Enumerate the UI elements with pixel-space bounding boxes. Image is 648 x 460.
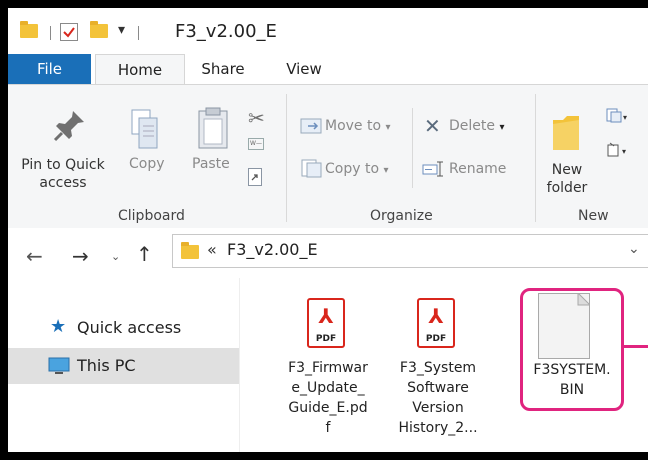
back-arrow-icon[interactable]: ←	[26, 244, 43, 268]
file-name-line: History_2...	[398, 420, 478, 436]
folder-icon	[20, 21, 38, 38]
acrobat-icon: ⅄	[318, 304, 334, 328]
divider	[286, 94, 287, 222]
tab-view[interactable]: View	[273, 54, 335, 84]
file-name-line: e_Update_	[291, 380, 365, 396]
cut-icon[interactable]: ✂	[248, 106, 265, 130]
tab-home[interactable]: Home	[95, 54, 185, 86]
file-name: F3_Firmwar e_Update_ Guide_E.pd f	[278, 358, 378, 438]
move-to-icon	[300, 116, 324, 134]
title-bar: ▾ F3_v2.00_E	[8, 8, 648, 54]
copy-to-icon	[300, 158, 324, 178]
forward-arrow-icon[interactable]: →	[72, 244, 89, 268]
rename-icon	[422, 160, 446, 178]
dropdown-arrow-icon: ▾	[383, 165, 389, 176]
divider	[50, 26, 51, 40]
pdf-file-icon: ⅄ PDF	[307, 298, 345, 348]
sidebar-item-label: Quick access	[77, 318, 182, 337]
file-name-line: f	[325, 420, 331, 436]
copy-icon	[130, 108, 160, 156]
pdf-file-icon: ⅄ PDF	[417, 298, 455, 348]
file-name-line: F3_System	[399, 360, 477, 376]
pin-icon	[53, 108, 87, 146]
clipboard-group-label: Clipboard	[118, 208, 185, 224]
ribbon-tabs: File Home Share View	[8, 54, 648, 86]
file-name-line: F3_Firmwar	[288, 360, 368, 376]
copy-path-icon[interactable]: W—	[248, 138, 264, 150]
file-type-tag: PDF	[315, 334, 337, 344]
copy-to-label: Copy to	[325, 161, 380, 177]
new-item-icon[interactable]: ▾	[606, 108, 627, 123]
address-dropdown-icon[interactable]: ⌄	[628, 241, 640, 257]
file-type-tag: PDF	[425, 334, 447, 344]
move-to-label: Move to	[325, 118, 382, 134]
window-title: F3_v2.00_E	[175, 21, 277, 42]
rename-button[interactable]: Rename	[449, 161, 506, 177]
delete-icon: ✕	[424, 114, 441, 138]
address-overflow[interactable]: «	[207, 240, 217, 259]
file-name-line: Software	[407, 380, 469, 396]
quick-access-toolbar-dropdown-icon[interactable]: ▾	[118, 22, 125, 38]
highlight-box	[520, 288, 624, 411]
computer-icon	[48, 357, 70, 379]
copy-button[interactable]: Copy	[129, 156, 165, 172]
sidebar-item-quick-access[interactable]: ★ Quick access	[8, 310, 239, 346]
new-folder-label-line2: folder	[546, 180, 588, 196]
explorer-window: ▾ F3_v2.00_E File Home Share View Pin to…	[8, 8, 648, 452]
paste-icon	[196, 106, 230, 154]
dropdown-arrow-icon: ▾	[499, 122, 505, 133]
sidebar-item-label: This PC	[77, 356, 136, 375]
new-folder-button[interactable]: New folder	[538, 161, 596, 197]
tab-share[interactable]: Share	[188, 54, 258, 84]
paste-shortcut-icon[interactable]	[248, 168, 262, 186]
svg-text:▾: ▾	[623, 113, 627, 122]
navigation-pane: ★ Quick access This PC	[8, 278, 240, 452]
new-folder-label-line1: New	[551, 162, 583, 178]
address-path[interactable]: F3_v2.00_E	[227, 240, 318, 259]
address-bar[interactable]: « F3_v2.00_E ⌄ ↻	[172, 234, 648, 268]
pin-to-quick-access-button[interactable]: Pin to Quick access	[8, 156, 118, 192]
recent-locations-chevron-icon[interactable]: ⌄	[111, 250, 120, 263]
move-to-button[interactable]: Move to ▾	[325, 118, 391, 134]
star-icon: ★	[50, 316, 67, 337]
divider	[535, 94, 536, 222]
divider	[138, 26, 139, 40]
file-name-line: Guide_E.pd	[288, 400, 368, 416]
pin-label-line1: Pin to Quick	[21, 157, 105, 173]
sidebar-item-this-pc[interactable]: This PC	[8, 348, 239, 384]
delete-label: Delete	[449, 118, 495, 134]
divider	[412, 108, 413, 188]
paste-button[interactable]: Paste	[192, 156, 230, 172]
new-folder-icon	[551, 112, 581, 152]
callout-line	[624, 345, 648, 348]
folder-icon	[181, 242, 199, 259]
delete-button[interactable]: Delete ▾	[449, 118, 504, 134]
file-name: F3_System Software Version History_2...	[388, 358, 488, 438]
tab-file[interactable]: File	[8, 54, 91, 84]
copy-to-button[interactable]: Copy to ▾	[325, 161, 389, 177]
file-name-line: Version	[412, 400, 464, 416]
new-group-label: New	[578, 208, 609, 224]
organize-group-label: Organize	[370, 208, 433, 224]
pin-label-line2: access	[39, 175, 87, 191]
dropdown-arrow-icon: ▾	[385, 122, 391, 133]
properties-icon[interactable]	[60, 23, 78, 41]
easy-access-icon[interactable]: ▾	[606, 142, 630, 158]
up-arrow-icon[interactable]: ↑	[136, 242, 153, 266]
acrobat-icon: ⅄	[428, 304, 444, 328]
svg-text:▾: ▾	[622, 147, 626, 156]
new-folder-quick-icon[interactable]	[90, 21, 108, 38]
